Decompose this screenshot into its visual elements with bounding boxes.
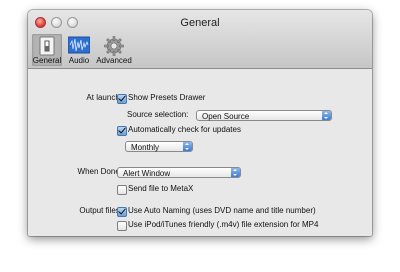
auto-naming-checkbox[interactable] — [117, 207, 127, 217]
send-metax-text: Send file to MetaX — [128, 184, 194, 193]
gear-icon — [104, 36, 124, 56]
source-selection-label: Source selection: — [127, 110, 189, 119]
show-presets-text: Show Presets Drawer — [128, 93, 206, 102]
switch-icon — [39, 36, 55, 56]
when-done-label: When Done: — [77, 167, 122, 176]
tab-general[interactable]: General — [32, 34, 62, 66]
show-presets-checkbox[interactable] — [117, 94, 127, 104]
window-toolbar: General General Audio Advanced — [28, 10, 372, 69]
tab-general-label: General — [32, 56, 62, 65]
tab-audio[interactable]: Audio — [65, 34, 93, 66]
popup-arrows-icon — [231, 168, 240, 177]
update-frequency-value: Monthly — [131, 143, 160, 152]
popup-arrows-icon — [322, 111, 331, 120]
update-frequency-popup[interactable]: Monthly — [125, 141, 193, 152]
auto-check-checkbox[interactable] — [117, 126, 127, 136]
window-title: General — [180, 17, 220, 29]
auto-naming-text: Use Auto Naming (uses DVD name and title… — [128, 206, 316, 215]
source-selection-popup[interactable]: Open Source — [196, 110, 332, 121]
itunes-extension-text: Use iPod/iTunes friendly (.m4v) file ext… — [128, 220, 319, 229]
at-launch-label: At launch: — [86, 93, 122, 102]
tab-advanced[interactable]: Advanced — [95, 34, 133, 66]
waveform-icon — [68, 36, 90, 54]
auto-check-text: Automatically check for updates — [128, 125, 241, 134]
when-done-popup[interactable]: Alert Window — [117, 167, 241, 178]
source-selection-value: Open Source — [202, 112, 250, 121]
tab-audio-label: Audio — [68, 56, 90, 65]
tab-advanced-label: Advanced — [96, 56, 132, 65]
output-files-label: Output files: — [79, 206, 122, 215]
send-metax-checkbox[interactable] — [117, 185, 127, 195]
preferences-window: General General Audio Advanced At launch… — [28, 10, 372, 236]
itunes-extension-checkbox[interactable] — [117, 221, 127, 231]
general-pane: At launch: Show Presets Drawer Source se… — [28, 69, 372, 236]
popup-arrows-icon — [183, 142, 192, 151]
when-done-value: Alert Window — [123, 169, 171, 178]
